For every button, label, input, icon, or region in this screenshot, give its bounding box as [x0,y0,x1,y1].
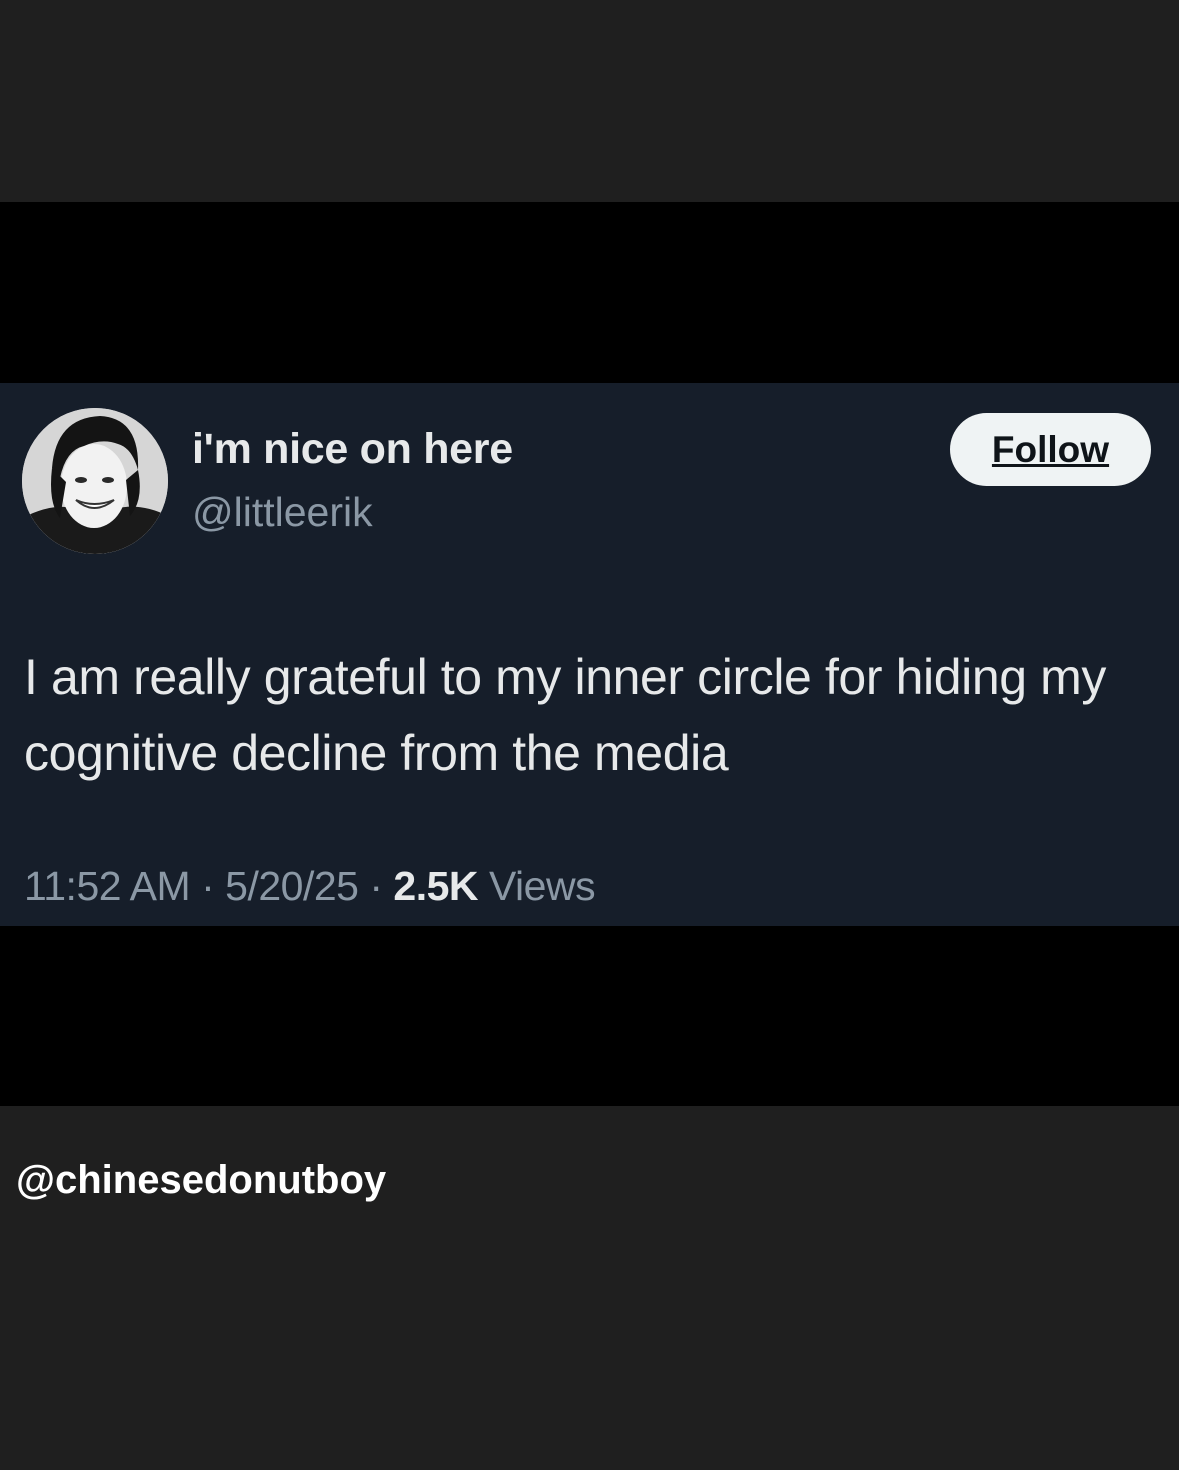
letterbox-band-top [0,202,1179,383]
meta-separator: · [201,863,215,909]
views-count: 2.5K [393,863,479,909]
avatar[interactable] [22,408,168,554]
tweet-meta: 11:52 AM · 5/20/25 · 2.5K Views [24,863,596,910]
author-display-name[interactable]: i'm nice on here [192,425,513,474]
views-label: Views [488,863,596,909]
author-handle[interactable]: @littleerik [192,489,373,536]
avatar-photo [22,408,168,554]
meta-separator: · [369,863,383,909]
tweet-date[interactable]: 5/20/25 [225,863,359,909]
tweet-text: I am really grateful to my inner circle … [24,649,1106,781]
follow-button[interactable]: Follow [950,413,1151,486]
page: i'm nice on here @littleerik Follow I am… [0,0,1179,1470]
tweet-time[interactable]: 11:52 AM [24,863,191,909]
letterbox-band-bottom [0,926,1179,1106]
credit-handle: @chinesedonutboy [16,1158,387,1202]
tweet-card: i'm nice on here @littleerik Follow I am… [0,383,1179,926]
